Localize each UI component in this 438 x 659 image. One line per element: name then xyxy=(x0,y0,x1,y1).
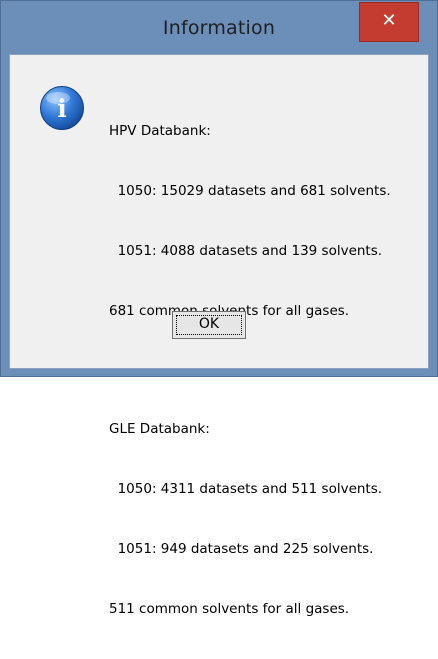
close-icon: ✕ xyxy=(381,10,397,31)
message-line: 511 common solvents for all gases. xyxy=(109,601,350,617)
message-line: 681 common solvents for all gases. xyxy=(109,303,350,319)
information-icon: i xyxy=(40,86,84,130)
message-text: HPV Databank: 1050: 15029 datasets and 6… xyxy=(109,81,419,659)
message-line: 1050: 4311 datasets and 511 solvents. xyxy=(109,481,383,497)
title-bar[interactable]: Information ✕ xyxy=(1,1,437,53)
message-line: 1051: 4088 datasets and 139 solvents. xyxy=(109,243,383,259)
message-line: GLE Databank: xyxy=(109,421,210,437)
ok-button-label: OK xyxy=(198,316,220,332)
close-button[interactable]: ✕ xyxy=(359,2,419,42)
message-spacer xyxy=(109,361,419,379)
message-line: 1051: 949 datasets and 225 solvents. xyxy=(109,541,374,557)
information-dialog: Information ✕ i HPV Databank: 1050: 1502… xyxy=(0,0,438,617)
dialog-content: i HPV Databank: 1050: 15029 datasets and… xyxy=(9,54,429,617)
ok-button[interactable]: OK xyxy=(172,311,246,339)
message-line: HPV Databank: xyxy=(109,123,211,139)
message-line: 1050: 15029 datasets and 681 solvents. xyxy=(109,183,391,199)
info-icon-glyph: i xyxy=(57,94,67,123)
